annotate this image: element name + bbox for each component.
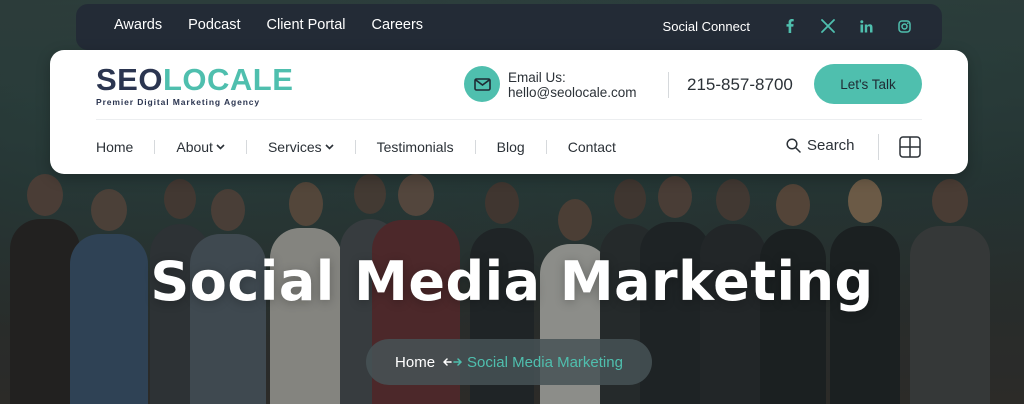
envelope-icon[interactable]	[464, 66, 500, 102]
top-link-careers[interactable]: Careers	[371, 17, 423, 33]
nav-separator	[474, 140, 476, 154]
email-address[interactable]: hello@seolocale.com	[508, 85, 637, 100]
header-divider	[668, 72, 669, 98]
nav-item-services[interactable]: Services	[268, 139, 334, 155]
lets-talk-button[interactable]: Let's Talk	[814, 64, 922, 104]
chevron-down-icon	[216, 144, 225, 150]
nav-item-label: Testimonials	[376, 139, 454, 155]
logo-locale-text: LOCALE	[162, 62, 294, 97]
page-title: Social Media Marketing	[150, 250, 874, 313]
nav-item-label: Blog	[496, 139, 525, 155]
email-label: Email Us:	[508, 70, 566, 85]
search-label: Search	[807, 137, 855, 154]
chevron-down-icon	[325, 144, 334, 150]
nav-item-label: Contact	[567, 139, 616, 155]
linkedin-icon[interactable]	[854, 16, 878, 36]
phone-number[interactable]: 215-857-8700	[687, 75, 793, 95]
nav-item-label: About	[176, 139, 213, 155]
facebook-icon[interactable]	[778, 16, 802, 36]
grid-menu-icon[interactable]	[899, 136, 921, 158]
top-link-podcast[interactable]: Podcast	[188, 17, 240, 33]
logo-seo-text: SEO	[96, 62, 163, 97]
x-icon[interactable]	[816, 16, 840, 36]
nav-item-home[interactable]: Home	[96, 139, 133, 155]
seolocale-logo[interactable]: SEO LOCALE Premier Digital Marketing Age…	[96, 62, 294, 108]
nav-item-contact[interactable]: Contact	[568, 139, 616, 155]
top-link-awards[interactable]: Awards	[114, 17, 162, 33]
instagram-icon[interactable]	[892, 16, 916, 36]
social-connect-label: Social Connect	[662, 18, 750, 34]
top-link-client-portal[interactable]: Client Portal	[267, 17, 346, 33]
search-button[interactable]: Search	[786, 137, 855, 154]
header-card: SEO LOCALE Premier Digital Marketing Age…	[50, 50, 968, 174]
logo-tagline: Premier Digital Marketing Agency	[96, 97, 261, 107]
nav-item-testimonials[interactable]: Testimonials	[377, 139, 454, 155]
social-connect: Social Connect	[663, 16, 916, 36]
nav-item-label: Services	[267, 139, 322, 155]
nav-item-blog[interactable]: Blog	[497, 139, 525, 155]
nav-separator	[354, 140, 356, 154]
header-hrule	[96, 119, 922, 120]
nav-separator	[154, 140, 156, 154]
email-contact[interactable]: Email Us: hello@seolocale.com	[508, 70, 637, 100]
double-arrow-icon	[443, 357, 463, 367]
main-nav: Home About Services Testimonials Blog Co…	[96, 139, 616, 155]
nav-divider	[878, 134, 879, 160]
breadcrumb: Home Social Media Marketing	[366, 339, 652, 385]
breadcrumb-home[interactable]: Home	[395, 354, 435, 371]
nav-item-label: Home	[96, 139, 134, 155]
breadcrumb-current: Social Media Marketing	[467, 353, 623, 371]
nav-item-about[interactable]: About	[176, 139, 225, 155]
top-links: Awards Podcast Client Portal Careers	[114, 17, 423, 33]
top-utility-bar: Awards Podcast Client Portal Careers Soc…	[76, 4, 942, 50]
search-icon	[786, 138, 801, 153]
nav-separator	[545, 140, 547, 154]
nav-separator	[245, 140, 247, 154]
